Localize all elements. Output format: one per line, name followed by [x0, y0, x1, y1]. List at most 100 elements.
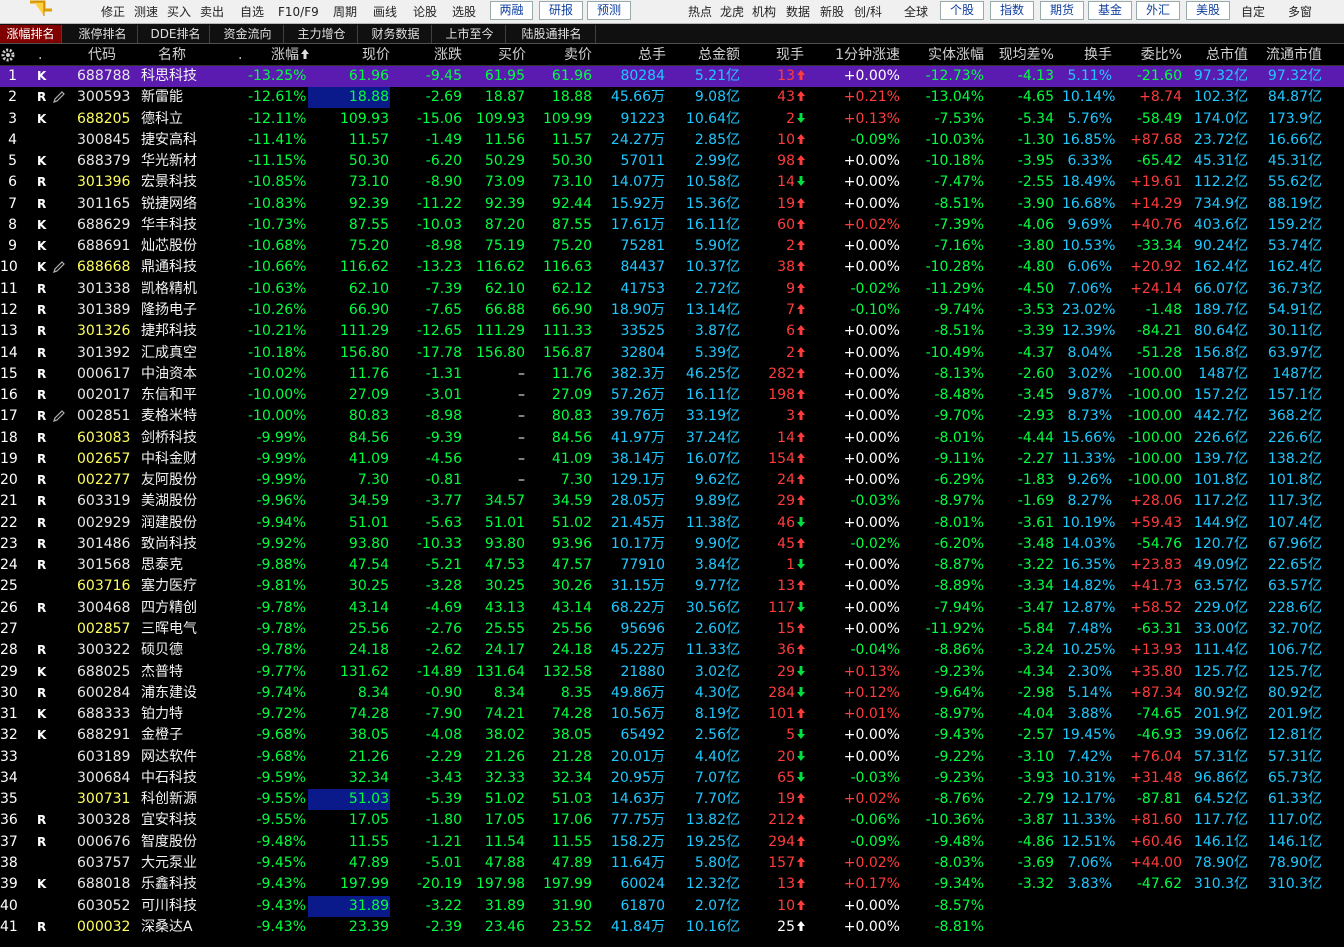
toolbar-right-btn-4[interactable]: 新股 [820, 4, 844, 20]
toolbar-btn-5[interactable]: F10/F9 [278, 4, 319, 20]
header-commit-ratio[interactable]: 委比% [1118, 44, 1182, 66]
table-row[interactable]: 22 R 002929 润建股份 -9.94% 51.01 -5.63 51.01 51.02 2… [0, 513, 1344, 534]
toolbar-boxed-btn-2[interactable]: 预测 [587, 1, 631, 20]
toolbar-btn-2[interactable]: 买入 [167, 4, 191, 20]
table-row[interactable]: 35 300731 科创新源 -9.55% 51.03 -5.39 51.02 51.03 14… [0, 789, 1344, 810]
toolbar-market-btn-5[interactable]: 美股 [1186, 1, 1230, 20]
toolbar-right-btn-2[interactable]: 机构 [752, 4, 776, 20]
toolbar-btn-1[interactable]: 测速 [134, 4, 158, 20]
table-row[interactable]: 10 K 688668 鼎通科技 -10.66% 116.62 -13.23 116.62 11… [0, 257, 1344, 278]
tab-3[interactable]: 资金流向 [212, 25, 284, 43]
table-row[interactable]: 29 K 688025 杰普特 -9.77% 131.62 -14.89 131.64 132.… [0, 662, 1344, 683]
table-row[interactable]: 36 R 300328 宜安科技 -9.55% 17.05 -1.80 17.05 17.06 7… [0, 810, 1344, 831]
table-row[interactable]: 21 R 603319 美湖股份 -9.96% 34.59 -3.77 34.57 34.59 2… [0, 491, 1344, 512]
header-change[interactable]: 涨跌 [400, 44, 462, 66]
tab-2[interactable]: DDE排名 [142, 25, 210, 43]
toolbar-boxed-btn-1[interactable]: 研报 [539, 1, 583, 20]
gear-icon[interactable] [0, 47, 16, 63]
table-row[interactable]: 12 R 301389 隆扬电子 -10.26% 66.90 -7.65 66.88 66.90… [0, 300, 1344, 321]
header-dot-col[interactable]: . [38, 44, 48, 66]
header-turnover[interactable]: 换手 [1062, 44, 1112, 66]
header-float-cap[interactable]: 流通市值 [1254, 44, 1322, 66]
toolbar-market-btn-2[interactable]: 期货 [1040, 1, 1084, 20]
back-arrow-icon[interactable] [0, 0, 52, 20]
table-row[interactable]: 27 002857 三晖电气 -9.78% 25.56 -2.76 25.55 25.56 95… [0, 619, 1344, 640]
table-row[interactable]: 34 300684 中石科技 -9.59% 32.34 -3.43 32.33 32.34 20… [0, 768, 1344, 789]
table-row[interactable]: 16 R 002017 东信和平 -10.00% 27.09 -3.01 – 27.09 57.2… [0, 385, 1344, 406]
table-row[interactable]: 6 R 301396 宏景科技 -10.85% 73.10 -8.90 73.09 73.10 1… [0, 172, 1344, 193]
note-pencil-icon[interactable] [52, 409, 66, 423]
table-row[interactable]: 17 R 002851 麦格米特 -10.00% 80.83 -8.98 – 80.83 39.7… [0, 406, 1344, 427]
note-pencil-icon[interactable] [52, 90, 66, 104]
toolbar-btn-7[interactable]: 画线 [373, 4, 397, 20]
table-row[interactable]: 25 603716 塞力医疗 -9.81% 30.25 -3.28 30.25 30.26 31… [0, 576, 1344, 597]
header-ask[interactable]: 卖价 [536, 44, 592, 66]
table-row[interactable]: 14 R 301392 汇成真空 -10.18% 156.80 -17.78 156.80 15… [0, 343, 1344, 364]
toolbar-btn-4[interactable]: 自选 [240, 4, 264, 20]
toolbar-btn-9[interactable]: 选股 [452, 4, 476, 20]
toolbar-right-btn-3[interactable]: 数据 [786, 4, 810, 20]
header-speed[interactable]: 1分钟涨速 [814, 44, 900, 66]
table-row[interactable]: 5 K 688379 华光新材 -11.15% 50.30 -6.20 50.29 50.30 5… [0, 151, 1344, 172]
table-row[interactable]: 28 R 300322 硕贝德 -9.78% 24.18 -2.62 24.17 24.18 45… [0, 640, 1344, 661]
table-row[interactable]: 24 R 301568 思泰克 -9.88% 47.54 -5.21 47.53 47.57 77… [0, 555, 1344, 576]
table-row[interactable]: 40 603052 可川科技 -9.43% 31.89 -3.22 31.89 31.90 61… [0, 896, 1344, 917]
table-row[interactable]: 9 K 688691 灿芯股份 -10.68% 75.20 -8.98 75.19 75.20 7… [0, 236, 1344, 257]
toolbar-right-btn-1[interactable]: 龙虎 [720, 4, 744, 20]
header-price[interactable]: 现价 [330, 44, 390, 66]
tab-0[interactable]: 涨幅排名 [0, 25, 62, 43]
tab-4[interactable]: 主力增仓 [286, 25, 358, 43]
toolbar-market-btn-3[interactable]: 基金 [1088, 1, 1132, 20]
toolbar-btn-8[interactable]: 论股 [413, 4, 437, 20]
table-row[interactable]: 26 R 300468 四方精创 -9.78% 43.14 -4.69 43.13 43.14 6… [0, 598, 1344, 619]
table-row[interactable]: 31 K 688333 铂力特 -9.72% 74.28 -7.90 74.21 74.28 10… [0, 704, 1344, 725]
table-row[interactable]: 1 K 688788 科思科技 -13.25% 61.96 -9.45 61.95 61.96 8… [0, 66, 1344, 87]
toolbar-far-btn-1[interactable]: 多窗 [1288, 4, 1312, 20]
header-bid[interactable]: 买价 [470, 44, 526, 66]
table-row[interactable]: 11 R 301338 凯格精机 -10.63% 62.10 -7.39 62.10 62.12… [0, 279, 1344, 300]
table-row[interactable]: 15 R 000617 中油资本 -10.02% 11.76 -1.31 – 11.76 382.… [0, 364, 1344, 385]
table-row[interactable]: 18 R 603083 剑桥科技 -9.99% 84.56 -9.39 – 84.56 41.97… [0, 428, 1344, 449]
toolbar-btn-3[interactable]: 卖出 [200, 4, 224, 20]
tab-7[interactable]: 陆股通排名 [508, 25, 596, 43]
table-row[interactable]: 37 R 000676 智度股份 -9.48% 11.55 -1.21 11.54 11.55 1… [0, 832, 1344, 853]
table-row[interactable]: 7 R 301165 锐捷网络 -10.83% 92.39 -11.22 92.39 92.44… [0, 194, 1344, 215]
toolbar-btn-0[interactable]: 修正 [101, 4, 125, 20]
table-row[interactable]: 39 K 688018 乐鑫科技 -9.43% 197.99 -20.19 197.98 197… [0, 874, 1344, 895]
tab-5[interactable]: 财务数据 [360, 25, 432, 43]
tab-1[interactable]: 涨停排名 [68, 25, 138, 43]
header-body-pct[interactable]: 实体涨幅 [906, 44, 984, 66]
toolbar-market-btn-0[interactable]: 个股 [940, 1, 984, 20]
header-change-pct[interactable]: 涨幅 [248, 44, 310, 66]
toolbar-market-btn-4[interactable]: 外汇 [1136, 1, 1180, 20]
header-avg-diff[interactable]: 现均差% [988, 44, 1054, 66]
table-row[interactable]: 38 603757 大元泵业 -9.45% 47.89 -5.01 47.88 47.89 11… [0, 853, 1344, 874]
header-name[interactable]: 名称 [140, 44, 204, 66]
toolbar-btn-6[interactable]: 周期 [333, 4, 357, 20]
table-row[interactable]: 2 R 300593 新雷能 -12.61% 18.88 -2.69 18.87 18.88 45… [0, 87, 1344, 108]
table-row[interactable]: 19 R 002657 中科金财 -9.99% 41.09 -4.56 – 41.09 38.14… [0, 449, 1344, 470]
toolbar-far-btn-0[interactable]: 自定 [1241, 4, 1265, 20]
header-dot-col-2[interactable]: . [238, 44, 246, 66]
table-row[interactable]: 30 R 600284 浦东建设 -9.74% 8.34 -0.90 8.34 8.35 49.8… [0, 683, 1344, 704]
table-row[interactable]: 20 R 002277 友阿股份 -9.99% 7.30 -0.81–7.30 129.1万 9… [0, 470, 1344, 491]
table-row[interactable]: 4 300845 捷安高科 -11.41% 11.57 -1.49 11.56 11.57 24… [0, 130, 1344, 151]
tab-6[interactable]: 上市至今 [434, 25, 506, 43]
header-current-volume[interactable]: 现手 [758, 44, 804, 66]
toolbar-right-btn-6[interactable]: 全球 [904, 4, 928, 20]
table-row[interactable]: 8 K 688629 华丰科技 -10.73% 87.55 -10.03 87.20 87.55… [0, 215, 1344, 236]
toolbar-market-btn-1[interactable]: 指数 [990, 1, 1034, 20]
table-row[interactable]: 23 R 301486 致尚科技 -9.92% 93.80 -10.33 93.80 93.96… [0, 534, 1344, 555]
table-row[interactable]: 3 K 688205 德科立 -12.11% 109.93 -15.06 109.93 109.… [0, 109, 1344, 130]
toolbar-right-btn-0[interactable]: 热点 [688, 4, 712, 20]
header-market-cap[interactable]: 总市值 [1190, 44, 1248, 66]
table-row[interactable]: 41 R 000032 深桑达A -9.43% 23.39 -2.39 23.46 23.52 4… [0, 917, 1344, 938]
header-amount[interactable]: 总金额 [680, 44, 740, 66]
toolbar-boxed-btn-0[interactable]: 两融 [490, 1, 533, 20]
table-row[interactable]: 13 R 301326 捷邦科技 -10.21% 111.29 -12.65 111.29 11… [0, 321, 1344, 342]
table-row[interactable]: 32 K 688291 金橙子 -9.68% 38.05 -4.08 38.02 38.05 65… [0, 725, 1344, 746]
table-row[interactable]: 33 603189 网达软件 -9.68% 21.26 -2.29 21.26 21.28 20… [0, 747, 1344, 768]
toolbar-right-btn-5[interactable]: 创/科 [854, 4, 882, 20]
note-pencil-icon[interactable] [52, 260, 66, 274]
header-volume[interactable]: 总手 [610, 44, 666, 66]
